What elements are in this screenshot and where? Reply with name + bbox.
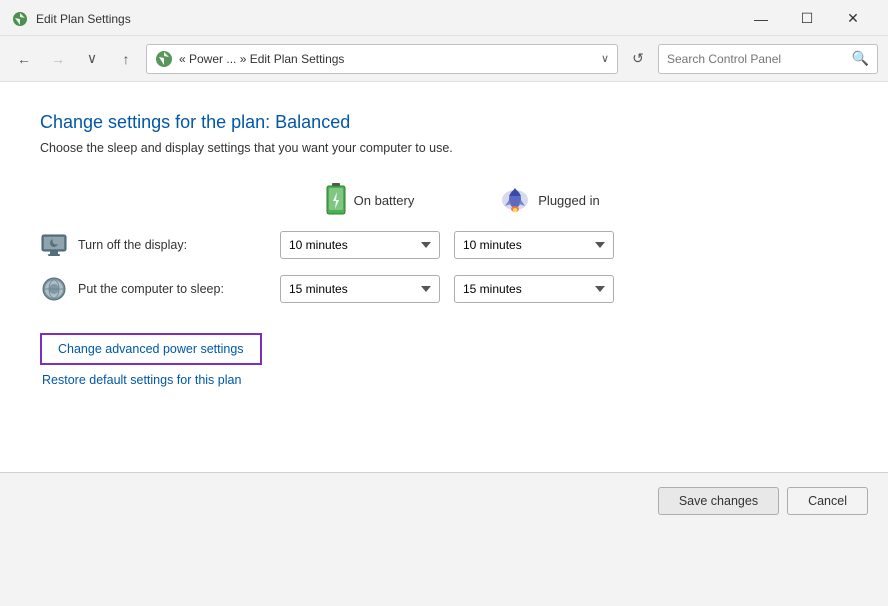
display-dropdowns: 1 minute 2 minutes 3 minutes 5 minutes 1… xyxy=(280,231,614,259)
main-content: Change settings for the plan: Balanced C… xyxy=(0,82,888,472)
forward-button[interactable]: → xyxy=(44,45,72,73)
settings-header: On battery Plugged in xyxy=(280,183,848,217)
display-label-area: Turn off the display: xyxy=(40,231,280,259)
up-button[interactable]: ↑ xyxy=(112,45,140,73)
plugged-in-label: Plugged in xyxy=(538,193,599,208)
plug-icon xyxy=(500,186,530,214)
plugged-in-header: Plugged in xyxy=(460,186,640,214)
maximize-button[interactable]: ☐ xyxy=(784,5,830,33)
on-battery-header: On battery xyxy=(280,183,460,217)
sleep-dropdowns: 1 minute 2 minutes 3 minutes 5 minutes 1… xyxy=(280,275,614,303)
footer-bar: Save changes Cancel xyxy=(0,472,888,528)
save-changes-button[interactable]: Save changes xyxy=(658,487,779,515)
sleep-label: Put the computer to sleep: xyxy=(78,282,224,296)
title-bar: Edit Plan Settings — ☐ ✕ xyxy=(0,0,888,36)
close-button[interactable]: ✕ xyxy=(830,5,876,33)
recent-button[interactable]: ∨ xyxy=(78,45,106,73)
search-input[interactable] xyxy=(667,52,848,66)
restore-defaults-link[interactable]: Restore default settings for this plan xyxy=(42,373,848,387)
display-setting-row: Turn off the display: 1 minute 2 minutes… xyxy=(40,231,848,259)
display-label: Turn off the display: xyxy=(78,238,187,252)
display-icon xyxy=(40,231,68,259)
search-icon[interactable]: 🔍 xyxy=(852,50,869,67)
advanced-power-settings-link[interactable]: Change advanced power settings xyxy=(40,333,262,365)
title-bar-left: Edit Plan Settings xyxy=(12,11,131,27)
window-title: Edit Plan Settings xyxy=(36,12,131,26)
links-section: Change advanced power settings Restore d… xyxy=(40,333,848,387)
address-box[interactable]: « Power ... » Edit Plan Settings ∨ xyxy=(146,44,618,74)
address-bar: ← → ∨ ↑ « Power ... » Edit Plan Settings… xyxy=(0,36,888,82)
sleep-setting-row: Put the computer to sleep: 1 minute 2 mi… xyxy=(40,275,848,303)
minimize-button[interactable]: — xyxy=(738,5,784,33)
on-battery-label: On battery xyxy=(354,193,415,208)
battery-icon xyxy=(326,183,346,217)
address-icon xyxy=(155,50,173,68)
display-battery-dropdown[interactable]: 1 minute 2 minutes 3 minutes 5 minutes 1… xyxy=(280,231,440,259)
display-plugged-dropdown[interactable]: 1 minute 2 minutes 3 minutes 5 minutes 1… xyxy=(454,231,614,259)
page-subtitle: Choose the sleep and display settings th… xyxy=(40,141,848,155)
window-icon xyxy=(12,11,28,27)
sleep-label-area: Put the computer to sleep: xyxy=(40,275,280,303)
sleep-icon xyxy=(40,275,68,303)
sleep-plugged-dropdown[interactable]: 1 minute 2 minutes 3 minutes 5 minutes 1… xyxy=(454,275,614,303)
search-box[interactable]: 🔍 xyxy=(658,44,878,74)
address-path: « Power ... » Edit Plan Settings xyxy=(179,52,591,66)
back-button[interactable]: ← xyxy=(10,45,38,73)
address-dropdown-button[interactable]: ∨ xyxy=(601,52,609,65)
refresh-button[interactable]: ↺ xyxy=(624,45,652,73)
title-controls: — ☐ ✕ xyxy=(738,5,876,33)
cancel-button[interactable]: Cancel xyxy=(787,487,868,515)
page-title: Change settings for the plan: Balanced xyxy=(40,112,848,133)
sleep-battery-dropdown[interactable]: 1 minute 2 minutes 3 minutes 5 minutes 1… xyxy=(280,275,440,303)
